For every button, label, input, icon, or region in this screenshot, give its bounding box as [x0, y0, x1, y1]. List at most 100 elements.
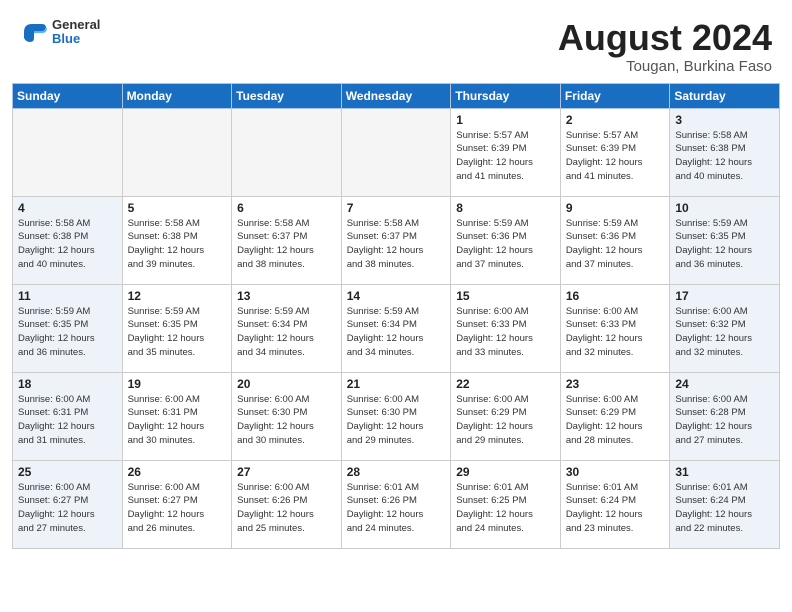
week-row-0: 1 Sunrise: 5:57 AMSunset: 6:39 PMDaylight…	[13, 108, 780, 196]
day-info: Sunrise: 6:00 AMSunset: 6:27 PMDaylight:…	[18, 481, 117, 536]
day-info: Sunrise: 6:01 AMSunset: 6:24 PMDaylight:…	[566, 481, 665, 536]
table-row: 10 Sunrise: 5:59 AMSunset: 6:35 PMDayligh…	[670, 196, 780, 284]
day-number: 7	[347, 201, 446, 215]
day-number: 24	[675, 377, 774, 391]
day-info: Sunrise: 5:59 AMSunset: 6:35 PMDaylight:…	[675, 217, 774, 272]
table-row: 7 Sunrise: 5:58 AMSunset: 6:37 PMDaylight…	[341, 196, 451, 284]
table-row: 8Sunrise: 5:59 AMSunset: 6:36 PMDaylight…	[451, 196, 561, 284]
day-info: Sunrise: 5:57 AMSunset: 6:39 PMDaylight:…	[456, 129, 555, 184]
day-number: 11	[18, 289, 117, 303]
day-number: 18	[18, 377, 117, 391]
day-info: Sunrise: 5:57 AMSunset: 6:39 PMDaylight:…	[566, 129, 665, 184]
day-info: Sunrise: 5:58 AMSunset: 6:38 PMDaylight:…	[675, 129, 774, 184]
day-number: 17	[675, 289, 774, 303]
title-block: August 2024 Tougan, Burkina Faso	[558, 18, 772, 75]
table-row: 31Sunrise: 6:01 AMSunset: 6:24 PMDayligh…	[670, 460, 780, 548]
day-number: 3	[675, 113, 774, 127]
table-row	[13, 108, 123, 196]
day-info: Sunrise: 5:58 AMSunset: 6:37 PMDaylight:…	[237, 217, 336, 272]
day-info: Sunrise: 6:01 AMSunset: 6:25 PMDaylight:…	[456, 481, 555, 536]
table-row	[232, 108, 342, 196]
calendar-table: Sunday Monday Tuesday Wednesday Thursday…	[12, 83, 780, 549]
day-number: 29	[456, 465, 555, 479]
day-number: 19	[128, 377, 227, 391]
table-row: 16 Sunrise: 6:00 AMSunset: 6:33 PMDayligh…	[560, 284, 670, 372]
logo: General Blue	[20, 18, 100, 47]
table-row: 12Sunrise: 5:59 AMSunset: 6:35 PMDayligh…	[122, 284, 232, 372]
day-number: 30	[566, 465, 665, 479]
table-row: 19 Sunrise: 6:00 AMSunset: 6:31 PMDayligh…	[122, 372, 232, 460]
table-row: 5 Sunrise: 5:58 AMSunset: 6:38 PMDaylight…	[122, 196, 232, 284]
day-info: Sunrise: 6:00 AMSunset: 6:30 PMDaylight:…	[237, 393, 336, 448]
day-info: Sunrise: 6:00 AMSunset: 6:31 PMDaylight:…	[128, 393, 227, 448]
day-info: Sunrise: 6:00 AMSunset: 6:30 PMDaylight:…	[347, 393, 446, 448]
table-row: 18 Sunrise: 6:00 AMSunset: 6:31 PMDayligh…	[13, 372, 123, 460]
header-monday: Monday	[122, 83, 232, 108]
table-row: 28Sunrise: 6:01 AMSunset: 6:26 PMDayligh…	[341, 460, 451, 548]
day-info: Sunrise: 6:00 AMSunset: 6:33 PMDaylight:…	[456, 305, 555, 360]
table-row: 17 Sunrise: 6:00 AMSunset: 6:32 PMDayligh…	[670, 284, 780, 372]
week-row-2: 11Sunrise: 5:59 AMSunset: 6:35 PMDayligh…	[13, 284, 780, 372]
table-row: 6Sunrise: 5:58 AMSunset: 6:37 PMDaylight…	[232, 196, 342, 284]
day-info: Sunrise: 6:00 AMSunset: 6:32 PMDaylight:…	[675, 305, 774, 360]
day-number: 2	[566, 113, 665, 127]
day-info: Sunrise: 5:58 AMSunset: 6:37 PMDaylight:…	[347, 217, 446, 272]
day-number: 20	[237, 377, 336, 391]
calendar-location: Tougan, Burkina Faso	[558, 58, 772, 75]
table-row: 1 Sunrise: 5:57 AMSunset: 6:39 PMDaylight…	[451, 108, 561, 196]
table-row: 30 Sunrise: 6:01 AMSunset: 6:24 PMDayligh…	[560, 460, 670, 548]
day-info: Sunrise: 5:58 AMSunset: 6:38 PMDaylight:…	[128, 217, 227, 272]
header: General Blue August 2024 Tougan, Burkina…	[0, 0, 792, 83]
day-number: 13	[237, 289, 336, 303]
day-info: Sunrise: 6:01 AMSunset: 6:26 PMDaylight:…	[347, 481, 446, 536]
day-info: Sunrise: 6:00 AMSunset: 6:31 PMDaylight:…	[18, 393, 117, 448]
day-number: 16	[566, 289, 665, 303]
table-row	[122, 108, 232, 196]
table-row: 4 Sunrise: 5:58 AMSunset: 6:38 PMDaylight…	[13, 196, 123, 284]
day-number: 1	[456, 113, 555, 127]
day-info: Sunrise: 6:00 AMSunset: 6:28 PMDaylight:…	[675, 393, 774, 448]
day-number: 10	[675, 201, 774, 215]
day-info: Sunrise: 6:00 AMSunset: 6:33 PMDaylight:…	[566, 305, 665, 360]
week-row-1: 4 Sunrise: 5:58 AMSunset: 6:38 PMDaylight…	[13, 196, 780, 284]
week-row-4: 25Sunrise: 6:00 AMSunset: 6:27 PMDayligh…	[13, 460, 780, 548]
day-info: Sunrise: 5:59 AMSunset: 6:34 PMDaylight:…	[347, 305, 446, 360]
logo-icon	[20, 18, 48, 46]
table-row: 24 Sunrise: 6:00 AMSunset: 6:28 PMDayligh…	[670, 372, 780, 460]
day-info: Sunrise: 6:00 AMSunset: 6:27 PMDaylight:…	[128, 481, 227, 536]
table-row: 11Sunrise: 5:59 AMSunset: 6:35 PMDayligh…	[13, 284, 123, 372]
calendar-title: August 2024	[558, 18, 772, 58]
day-number: 26	[128, 465, 227, 479]
day-info: Sunrise: 6:00 AMSunset: 6:26 PMDaylight:…	[237, 481, 336, 536]
header-saturday: Saturday	[670, 83, 780, 108]
day-info: Sunrise: 5:59 AMSunset: 6:36 PMDaylight:…	[566, 217, 665, 272]
day-number: 8	[456, 201, 555, 215]
day-number: 5	[128, 201, 227, 215]
table-row: 23 Sunrise: 6:00 AMSunset: 6:29 PMDayligh…	[560, 372, 670, 460]
day-number: 22	[456, 377, 555, 391]
table-row: 25Sunrise: 6:00 AMSunset: 6:27 PMDayligh…	[13, 460, 123, 548]
day-number: 31	[675, 465, 774, 479]
day-info: Sunrise: 5:59 AMSunset: 6:34 PMDaylight:…	[237, 305, 336, 360]
table-row: 29 Sunrise: 6:01 AMSunset: 6:25 PMDayligh…	[451, 460, 561, 548]
day-number: 21	[347, 377, 446, 391]
day-number: 23	[566, 377, 665, 391]
table-row: 15 Sunrise: 6:00 AMSunset: 6:33 PMDayligh…	[451, 284, 561, 372]
table-row: 26 Sunrise: 6:00 AMSunset: 6:27 PMDayligh…	[122, 460, 232, 548]
day-info: Sunrise: 6:00 AMSunset: 6:29 PMDaylight:…	[456, 393, 555, 448]
table-row: 3 Sunrise: 5:58 AMSunset: 6:38 PMDaylight…	[670, 108, 780, 196]
day-info: Sunrise: 6:00 AMSunset: 6:29 PMDaylight:…	[566, 393, 665, 448]
day-number: 4	[18, 201, 117, 215]
day-number: 9	[566, 201, 665, 215]
day-number: 14	[347, 289, 446, 303]
weekday-header-row: Sunday Monday Tuesday Wednesday Thursday…	[13, 83, 780, 108]
header-sunday: Sunday	[13, 83, 123, 108]
calendar: Sunday Monday Tuesday Wednesday Thursday…	[0, 83, 792, 612]
header-friday: Friday	[560, 83, 670, 108]
day-number: 15	[456, 289, 555, 303]
logo-general-text: General	[52, 18, 100, 32]
logo-blue-text: Blue	[52, 32, 100, 46]
table-row: 2 Sunrise: 5:57 AMSunset: 6:39 PMDaylight…	[560, 108, 670, 196]
day-info: Sunrise: 5:58 AMSunset: 6:38 PMDaylight:…	[18, 217, 117, 272]
logo-text: General Blue	[52, 18, 100, 47]
